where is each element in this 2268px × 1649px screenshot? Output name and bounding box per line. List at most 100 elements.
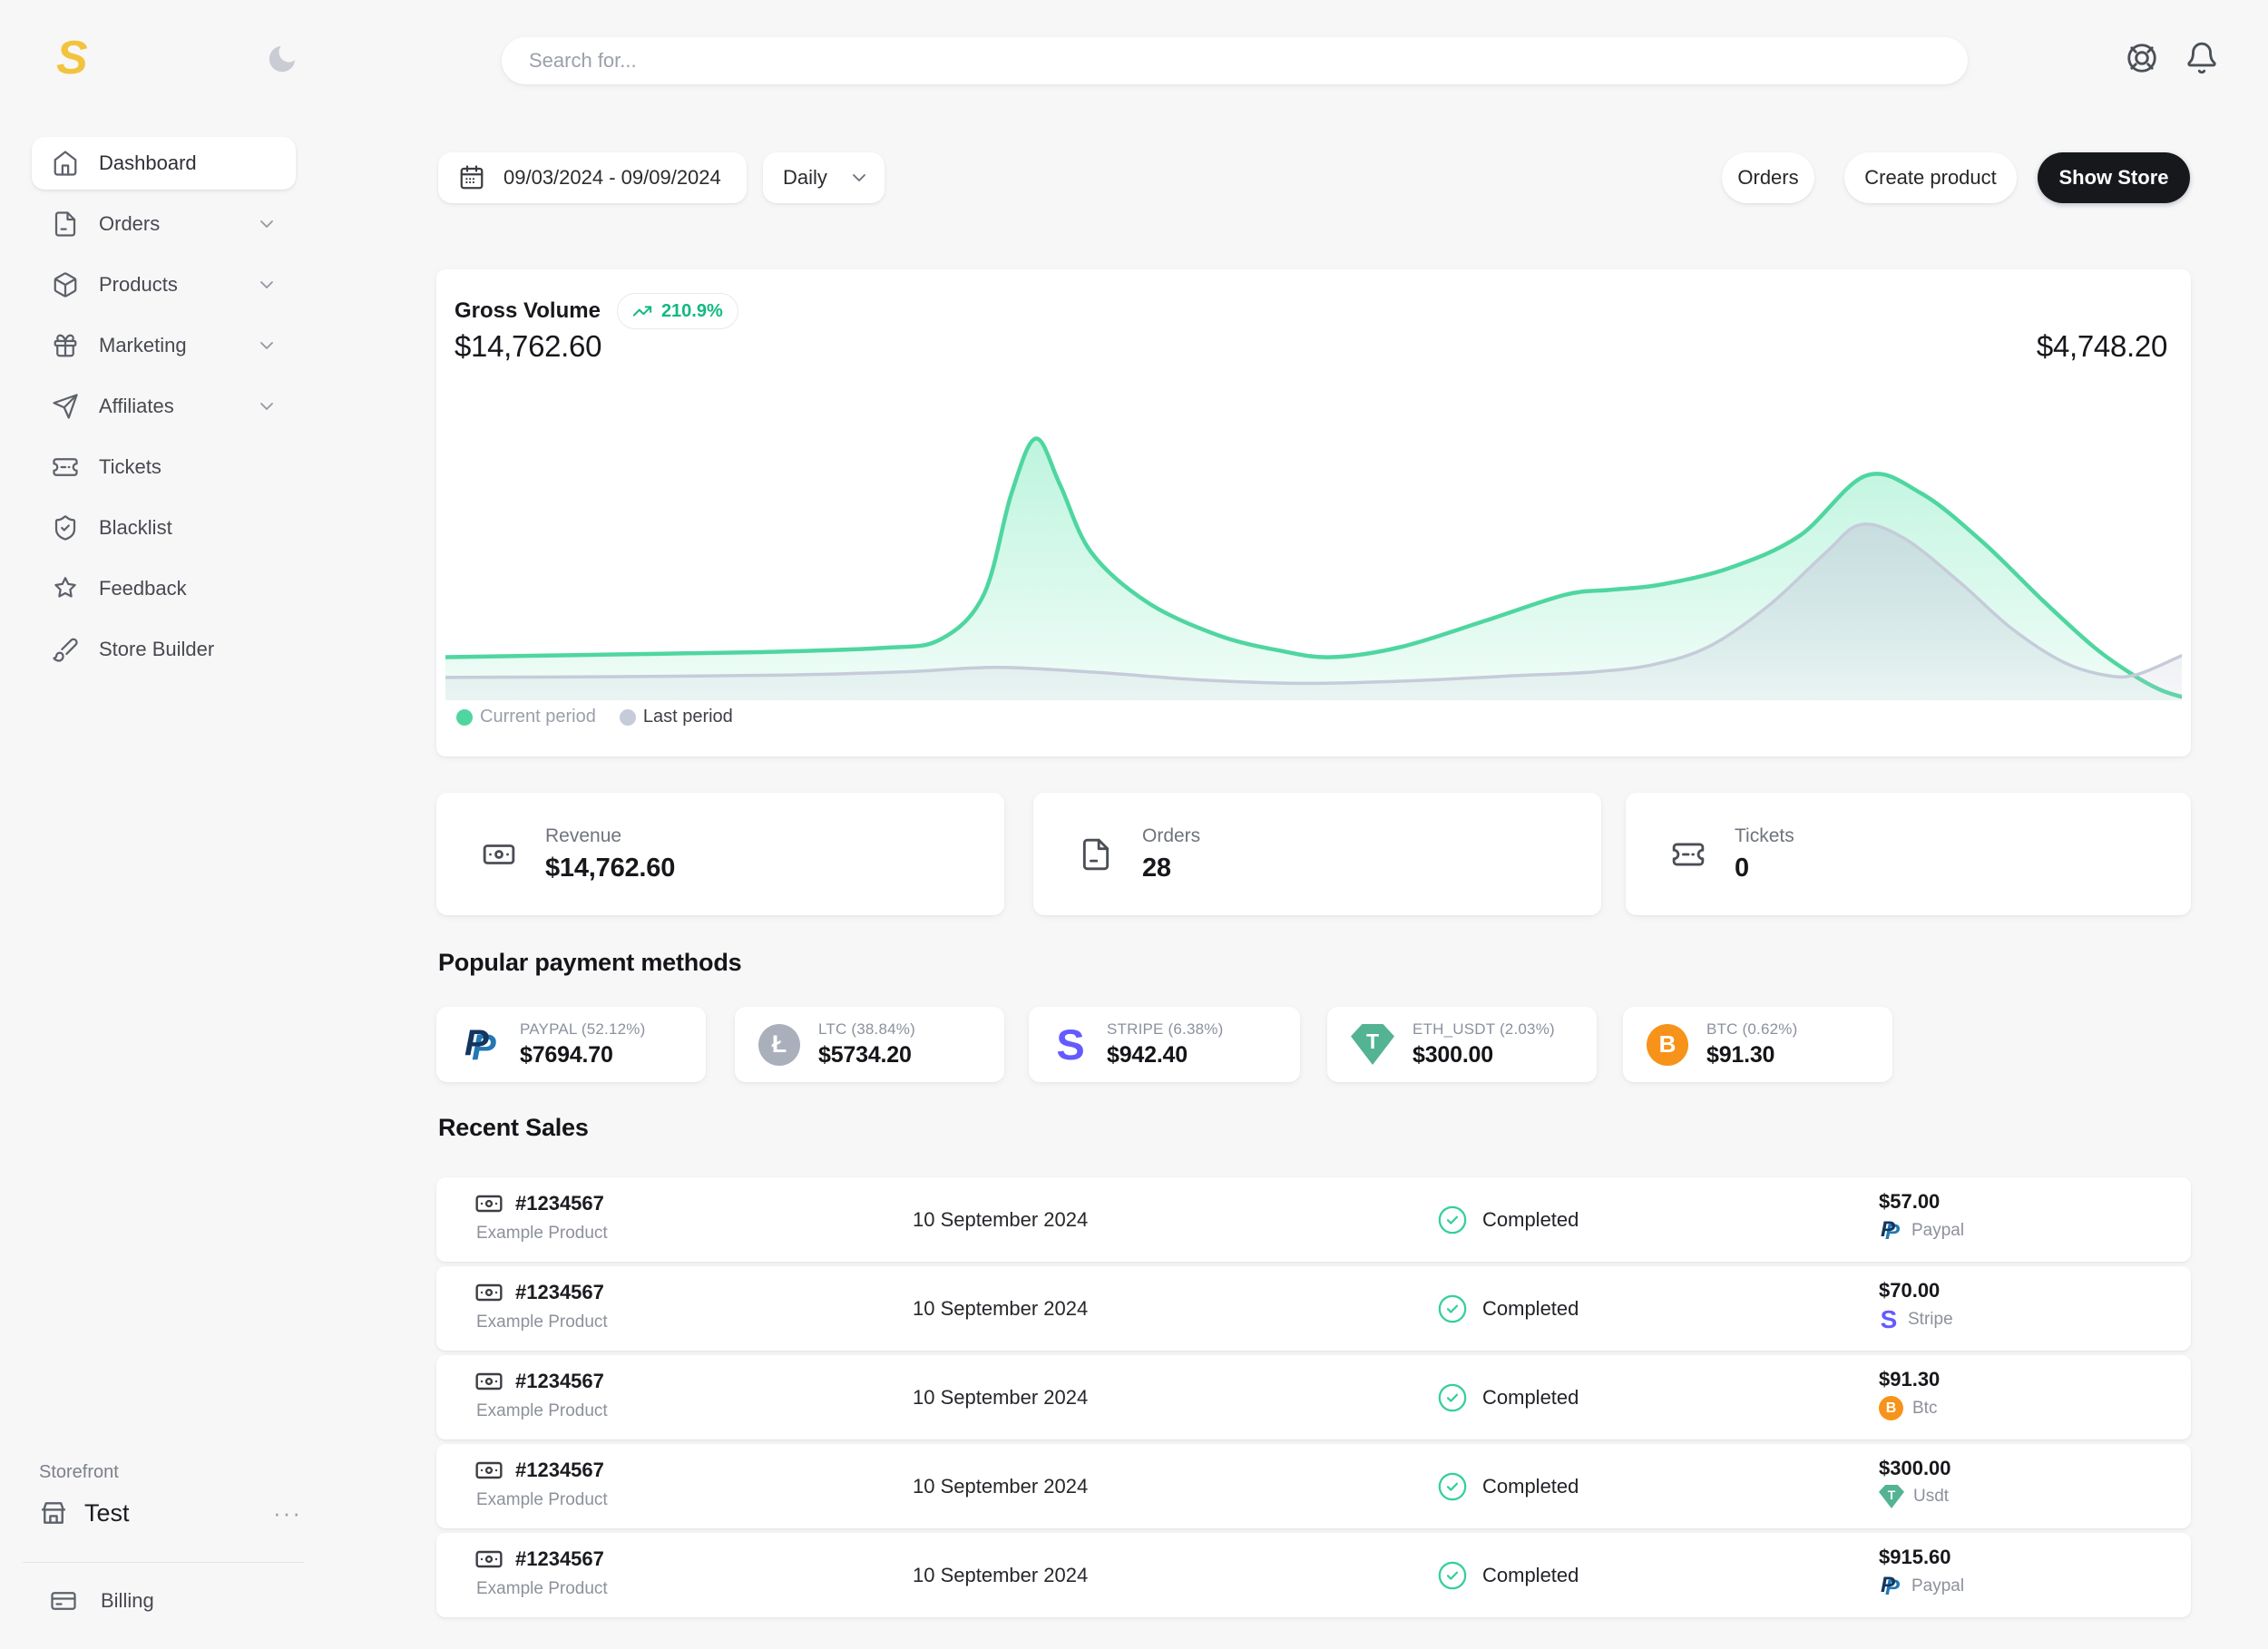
banknote-icon [474, 1189, 503, 1218]
lifebuoy-icon [2125, 41, 2159, 75]
stat-label: Revenue [545, 825, 675, 847]
sidebar-item-blacklist[interactable]: Blacklist [32, 502, 296, 554]
stat-label: Orders [1142, 825, 1200, 847]
search-input[interactable] [502, 37, 1968, 84]
sale-status: Completed [1437, 1293, 1579, 1324]
ticket-icon [52, 454, 79, 481]
interval-select[interactable]: Daily [763, 152, 885, 203]
sidebar-item-dashboard[interactable]: Dashboard [32, 137, 296, 190]
store-icon [39, 1498, 68, 1527]
sale-amount: $70.00 [1879, 1279, 1953, 1303]
sale-amount: $915.60 [1879, 1546, 1964, 1569]
status-text: Completed [1482, 1386, 1579, 1410]
sidebar-divider [23, 1562, 304, 1563]
sidebar-item-store-builder[interactable]: Store Builder [32, 623, 296, 676]
sale-amount: $57.00 [1879, 1190, 1964, 1214]
payment-method-eth-usdt: T ETH_USDT (2.03%) $300.00 [1327, 1007, 1597, 1082]
sidebar-item-label: Blacklist [99, 516, 172, 540]
sale-row[interactable]: #1234567 Example Product 10 September 20… [436, 1177, 2191, 1262]
stripe-icon: S [1052, 1023, 1089, 1067]
status-text: Completed [1482, 1208, 1579, 1232]
payment-method-stripe: S STRIPE (6.38%) $942.40 [1029, 1007, 1300, 1082]
sale-id: #1234567 [515, 1281, 604, 1304]
payment-method-ltc: Ł LTC (38.84%) $5734.20 [735, 1007, 1004, 1082]
change-badge: 210.9% [617, 293, 738, 329]
sidebar-item-tickets[interactable]: Tickets [32, 441, 296, 493]
sale-amount: $300.00 [1879, 1457, 1951, 1480]
payment-amount: $942.40 [1107, 1042, 1223, 1068]
create-product-button[interactable]: Create product [1844, 152, 2017, 203]
check-circle-icon [1437, 1293, 1468, 1324]
recent-sales-heading: Recent Sales [438, 1114, 589, 1142]
date-range-picker[interactable]: 09/03/2024 - 09/09/2024 [438, 152, 747, 203]
sidebar-item-feedback[interactable]: Feedback [32, 562, 296, 615]
status-text: Completed [1482, 1475, 1579, 1498]
sidebar-item-label: Products [99, 273, 178, 297]
trending-up-icon [632, 301, 652, 321]
sidebar-item-billing[interactable]: Billing [50, 1580, 302, 1622]
check-circle-icon [1437, 1471, 1468, 1502]
payment-label: LTC (38.84%) [818, 1020, 915, 1039]
file-icon [1079, 837, 1113, 872]
storefront-section-label: Storefront [39, 1462, 119, 1483]
notifications-button[interactable] [2185, 41, 2219, 75]
storefront-selector[interactable]: Test ··· [39, 1489, 302, 1537]
payment-amount: $5734.20 [818, 1042, 915, 1068]
legend-dot-last [620, 709, 636, 726]
sale-status: Completed [1437, 1471, 1579, 1502]
sidebar-item-label: Orders [99, 212, 160, 236]
sale-row[interactable]: #1234567 Example Product 10 September 20… [436, 1266, 2191, 1351]
storefront-name: Test [84, 1499, 130, 1527]
gift-icon [52, 332, 79, 359]
sidebar-item-affiliates[interactable]: Affiliates [32, 380, 296, 433]
theme-toggle-button[interactable] [265, 42, 299, 76]
paintbrush-icon [52, 636, 79, 663]
legend-label: Last period [643, 707, 733, 727]
storefront-more-button[interactable]: ··· [273, 1508, 302, 1517]
show-store-button[interactable]: Show Store [2038, 152, 2190, 203]
payment-amount: $300.00 [1413, 1042, 1555, 1068]
box-icon [52, 271, 79, 298]
sale-product: Example Product [476, 1312, 608, 1332]
method-name: Usdt [1913, 1487, 1949, 1507]
sale-id: #1234567 [515, 1459, 604, 1482]
sale-row[interactable]: #1234567 Example Product 10 September 20… [436, 1533, 2191, 1617]
chevron-down-icon [256, 274, 278, 296]
sidebar-item-marketing[interactable]: Marketing [32, 319, 296, 372]
sale-amount: $91.30 [1879, 1368, 1940, 1391]
sidebar-item-label: Affiliates [99, 395, 174, 418]
sale-date: 10 September 2024 [913, 1297, 1088, 1321]
send-icon [52, 393, 79, 420]
stat-label: Tickets [1735, 825, 1794, 847]
sale-status: Completed [1437, 1382, 1579, 1413]
ticket-icon [1671, 837, 1706, 872]
payment-method-paypal: PP PAYPAL (52.12%) $7694.70 [436, 1007, 706, 1082]
payment-label: STRIPE (6.38%) [1107, 1020, 1223, 1039]
orders-button[interactable]: Orders [1722, 152, 1814, 203]
sidebar-item-orders[interactable]: Orders [32, 198, 296, 250]
app-logo[interactable]: S [56, 31, 88, 85]
payments-heading: Popular payment methods [438, 949, 741, 977]
chevron-down-icon [848, 167, 870, 189]
stat-value: 28 [1142, 854, 1200, 883]
bell-icon [2185, 41, 2219, 75]
paypal-icon: PP [1879, 1218, 1902, 1244]
legend-current-period: Current period [456, 707, 596, 727]
gross-volume-card: Gross Volume 210.9% $14,762.60 $4,748.20 [436, 269, 2191, 756]
sale-date: 10 September 2024 [913, 1564, 1088, 1587]
bitcoin-icon: B [1647, 1024, 1688, 1066]
sale-row[interactable]: #1234567 Example Product 10 September 20… [436, 1355, 2191, 1439]
paypal-icon: PP [460, 1023, 502, 1067]
method-name: Paypal [1911, 1576, 1964, 1596]
legend-last-period: Last period [620, 707, 733, 727]
sale-id: #1234567 [515, 1547, 604, 1571]
sale-product: Example Product [476, 1490, 608, 1510]
sale-product: Example Product [476, 1224, 608, 1244]
sale-id: #1234567 [515, 1370, 604, 1393]
revenue-stat-card: Revenue $14,762.60 [436, 793, 1004, 915]
sale-row[interactable]: #1234567 Example Product 10 September 20… [436, 1444, 2191, 1528]
sidebar-item-products[interactable]: Products [32, 259, 296, 311]
sale-product: Example Product [476, 1401, 608, 1421]
help-button[interactable] [2125, 41, 2159, 75]
banknote-icon [474, 1456, 503, 1485]
